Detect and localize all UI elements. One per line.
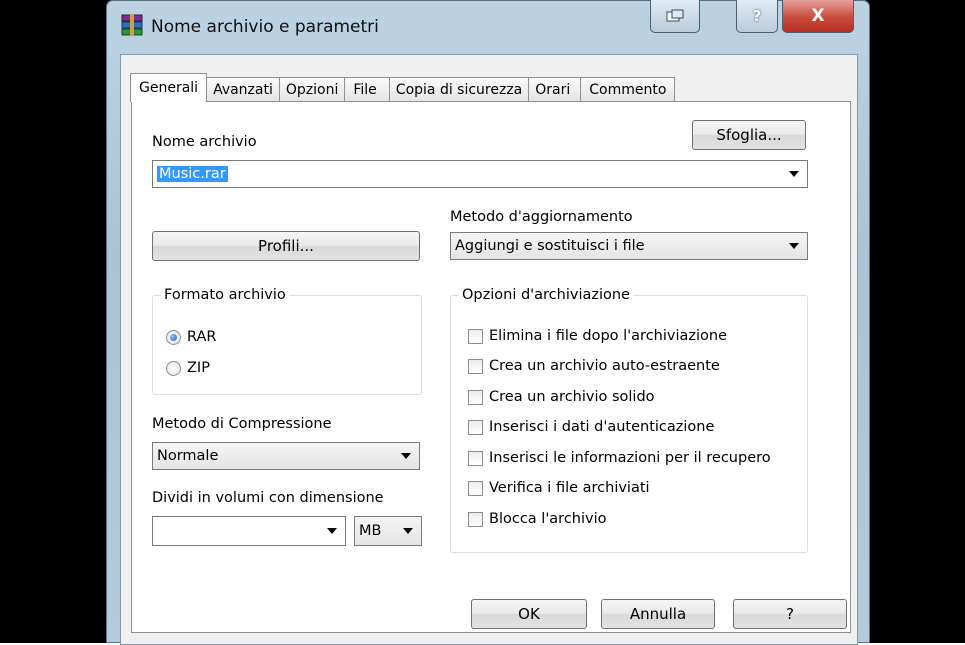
chevron-down-icon[interactable] <box>327 528 337 534</box>
update-method-dropdown[interactable]: Aggiungi e sostituisci i file <box>450 232 808 260</box>
left-backdrop <box>0 0 118 643</box>
checkbox-box <box>468 480 483 496</box>
checkbox-box <box>468 511 483 527</box>
archive-name-value: Music.rar <box>157 166 228 182</box>
dialog-window: Nome archivio e parametri ? X Generali A… <box>106 0 870 645</box>
archive-format-legend: Formato archivio <box>164 287 286 303</box>
close-button[interactable]: X <box>782 0 854 33</box>
compression-label: Metodo di Compressione <box>152 416 332 432</box>
radio-rar[interactable]: RAR <box>166 329 216 345</box>
checkbox-label: Crea un archivio solido <box>489 389 655 405</box>
profiles-button[interactable]: Profili... <box>152 231 420 261</box>
tab-commento[interactable]: Commento <box>580 77 676 102</box>
tab-file[interactable]: File <box>344 77 390 102</box>
checkbox-test-files[interactable]: Verifica i file archiviati <box>468 480 650 496</box>
close-icon: X <box>811 6 825 26</box>
radio-zip-label: ZIP <box>187 360 210 376</box>
tab-orari[interactable]: Orari <box>528 77 582 102</box>
split-unit-dropdown[interactable]: MB <box>354 516 422 546</box>
winrar-books-icon <box>121 14 143 36</box>
right-backdrop <box>865 0 965 643</box>
tab-copia-di-sicurezza[interactable]: Copia di sicurezza <box>388 77 530 102</box>
checkbox-label: Elimina i file dopo l'archiviazione <box>489 328 727 344</box>
split-unit-value: MB <box>359 523 382 539</box>
checkbox-label: Blocca l'archivio <box>489 511 607 527</box>
checkbox-box <box>468 389 483 405</box>
checkbox-solid-archive[interactable]: Crea un archivio solido <box>468 389 655 405</box>
window-title: Nome archivio e parametri <box>151 17 379 37</box>
checkbox-delete-after[interactable]: Elimina i file dopo l'archiviazione <box>468 328 727 344</box>
tab-strip: Generali Avanzati Opzioni File Copia di … <box>130 73 676 102</box>
browse-button[interactable]: Sfoglia... <box>692 120 806 150</box>
compression-dropdown[interactable]: Normale <box>152 442 420 470</box>
radio-zip[interactable]: ZIP <box>166 360 210 376</box>
cancel-button[interactable]: Annulla <box>601 599 715 629</box>
radio-selected-icon <box>166 329 181 345</box>
chevron-down-icon[interactable] <box>789 171 799 177</box>
tab-panel-generali: Nome archivio Sfoglia... Music.rar Metod… <box>131 101 851 633</box>
help-title-button[interactable]: ? <box>736 0 778 33</box>
chevron-down-icon <box>789 243 799 249</box>
checkbox-self-extracting[interactable]: Crea un archivio auto-estraente <box>468 358 720 374</box>
restore-icon <box>666 9 684 22</box>
tab-generali[interactable]: Generali <box>130 73 208 102</box>
tab-opzioni[interactable]: Opzioni <box>278 77 346 102</box>
update-method-value: Aggiungi e sostituisci i file <box>455 238 645 254</box>
archive-name-combo[interactable]: Music.rar <box>152 160 808 188</box>
checkbox-box <box>468 358 483 374</box>
checkbox-box <box>468 328 483 344</box>
checkbox-lock-archive[interactable]: Blocca l'archivio <box>468 511 607 527</box>
compression-value: Normale <box>157 448 219 464</box>
checkbox-label: Crea un archivio auto-estraente <box>489 358 720 374</box>
dialog-client: Generali Avanzati Opzioni File Copia di … <box>120 54 858 645</box>
checkbox-label: Inserisci le informazioni per il recuper… <box>489 450 771 466</box>
checkbox-label: Verifica i file archiviati <box>489 480 650 496</box>
tab-avanzati[interactable]: Avanzati <box>206 77 280 102</box>
split-volumes-label: Dividi in volumi con dimensione <box>152 490 384 506</box>
radio-unselected-icon <box>166 360 181 376</box>
checkbox-box <box>468 419 483 435</box>
checkbox-label: Inserisci i dati d'autenticazione <box>489 419 715 435</box>
chevron-down-icon <box>403 528 413 534</box>
split-size-combo[interactable] <box>152 516 346 546</box>
help-button[interactable]: ? <box>733 599 847 629</box>
title-bar[interactable]: Nome archivio e parametri ? X <box>106 0 870 54</box>
checkbox-authenticity[interactable]: Inserisci i dati d'autenticazione <box>468 419 714 435</box>
chevron-down-icon <box>401 453 411 459</box>
checkbox-box <box>468 450 483 466</box>
ok-button[interactable]: OK <box>471 599 587 629</box>
radio-rar-label: RAR <box>187 329 217 345</box>
update-method-label: Metodo d'aggiornamento <box>450 209 633 225</box>
restore-button[interactable] <box>650 0 700 33</box>
archive-options-legend: Opzioni d'archiviazione <box>462 287 630 303</box>
checkbox-recovery-record[interactable]: Inserisci le informazioni per il recuper… <box>468 450 771 466</box>
question-icon: ? <box>752 7 762 25</box>
archive-name-label: Nome archivio <box>152 134 257 150</box>
